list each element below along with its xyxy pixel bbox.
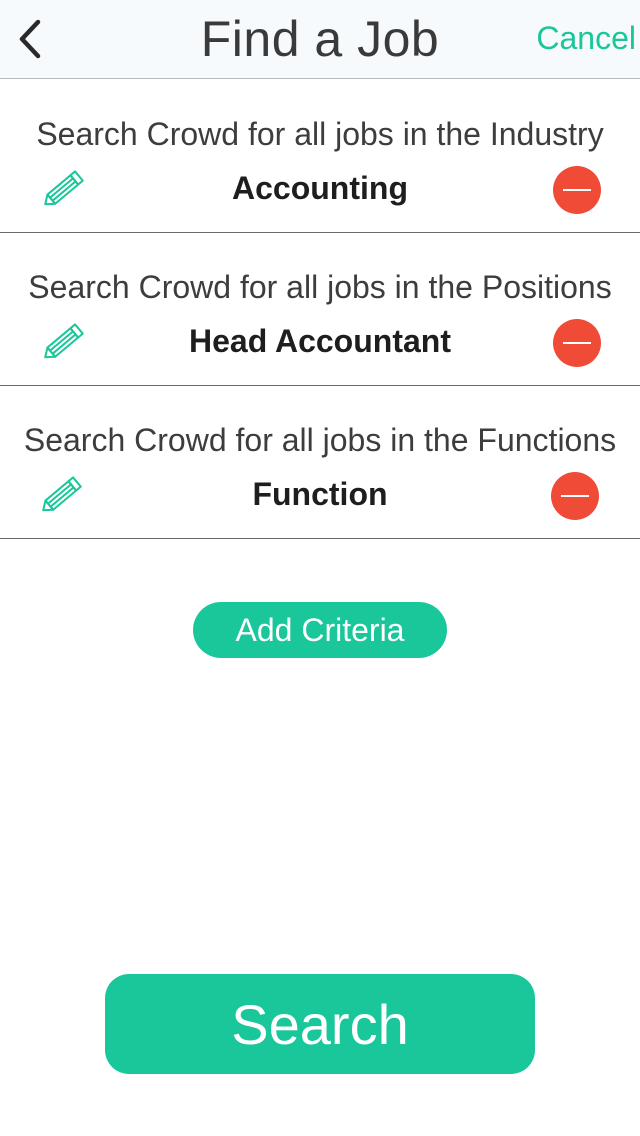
criteria-description: Search Crowd for all jobs in the Functio… — [23, 422, 617, 458]
criteria-value: Head Accountant — [189, 323, 451, 359]
criteria-value: Accounting — [232, 170, 408, 206]
criteria-row-positions: Search Crowd for all jobs in the Positio… — [0, 233, 640, 386]
criteria-value: Function — [252, 476, 388, 512]
criteria-row-functions: Search Crowd for all jobs in the Functio… — [0, 386, 640, 539]
criteria-description: Search Crowd for all jobs in the Industr… — [36, 116, 604, 152]
cancel-button[interactable]: Cancel — [536, 20, 636, 57]
search-button[interactable]: Search — [105, 974, 535, 1074]
minus-circle-icon[interactable] — [551, 472, 599, 520]
add-criteria-button[interactable]: Add Criteria — [193, 602, 447, 658]
minus-circle-icon[interactable] — [553, 319, 601, 367]
minus-circle-icon[interactable] — [553, 166, 601, 214]
nav-bar: Find a Job Cancel — [0, 0, 640, 79]
criteria-description: Search Crowd for all jobs in the Positio… — [28, 269, 612, 305]
criteria-row-industry: Search Crowd for all jobs in the Industr… — [0, 80, 640, 233]
